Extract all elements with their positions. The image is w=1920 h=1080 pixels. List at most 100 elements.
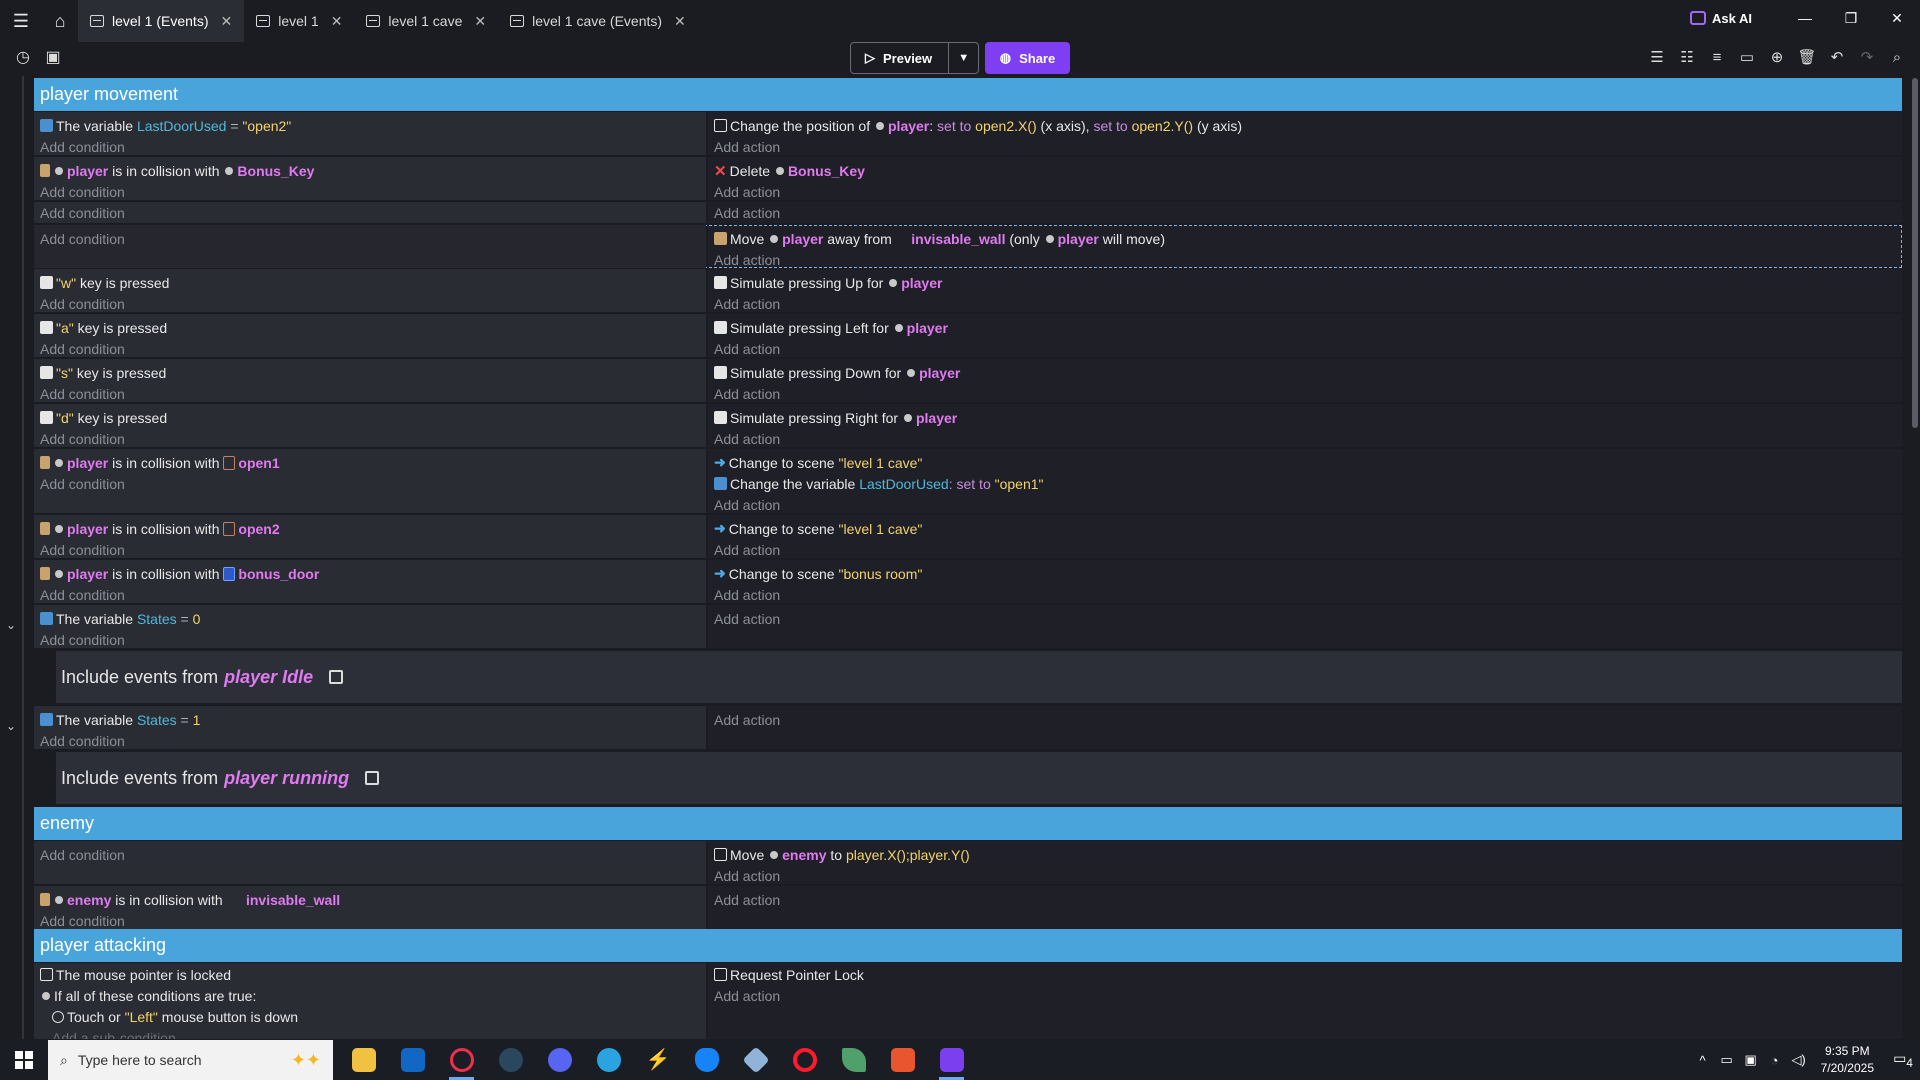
media-app-icon[interactable] [878,1040,927,1080]
notification-icon[interactable]: ▭4 [1886,1050,1920,1070]
opera-icon[interactable] [780,1040,829,1080]
tab-level1-cave-events[interactable]: level 1 cave (Events) ✕ [498,0,698,42]
add-group-icon[interactable]: ≡ [1702,49,1732,66]
undo-icon[interactable]: ↶ [1822,48,1852,66]
conditions[interactable]: player is in collision with open1 Add co… [34,449,706,513]
actions[interactable]: Add action [708,605,1902,648]
action-simulate[interactable]: Simulate pressing Up for player [714,272,1902,293]
chevron-up-icon[interactable]: ^ [1691,1053,1715,1068]
conditions[interactable]: "w" key is pressed Add condition [34,269,706,312]
close-icon[interactable]: ✕ [674,13,686,30]
add-condition[interactable]: Add condition [40,383,706,404]
event-row-selected[interactable]: Add condition Move player away from invi… [34,225,1902,268]
condition-collision[interactable]: player is in collision with Bonus_Key [40,160,706,181]
restore-button[interactable]: ❐ [1828,10,1874,27]
gdevelop-icon[interactable] [927,1040,976,1080]
add-condition[interactable]: Add condition [40,428,706,449]
add-action[interactable]: Add action [714,865,1902,886]
condition-variable[interactable]: The variable States = 0 [40,608,706,629]
conditions[interactable]: The variable LastDoorUsed = "open2" Add … [34,112,706,155]
event-row[interactable]: player is in collision with open1 Add co… [34,449,1902,513]
action-move-toward[interactable]: Move enemy to player.X();player.Y() [714,844,1902,865]
include-event[interactable]: Include events from player running [56,752,1902,804]
battery-icon[interactable]: ▭ [1715,1052,1739,1068]
event-row[interactable]: The variable LastDoorUsed = "open2" Add … [34,112,1902,155]
event-row[interactable]: The mouse pointer is locked If all of th… [34,963,1902,1039]
event-row[interactable]: Add condition Add action [34,202,1902,223]
add-action[interactable]: Add action [714,181,1902,202]
add-condition[interactable]: Add condition [40,181,706,202]
add-action[interactable]: Add action [714,202,1902,223]
add-condition[interactable]: Add condition [40,136,706,157]
conditions[interactable]: The variable States = 0 Add condition [34,605,706,648]
action-delete[interactable]: ✕ Delete Bonus_Key [714,160,1902,181]
minimize-button[interactable]: — [1782,10,1828,26]
taskbar-search[interactable]: ⌕ Type here to search ✦✦ [48,1040,333,1080]
add-action[interactable]: Add action [714,608,1902,629]
actions[interactable]: Add action [708,886,1902,929]
preview-options-dropdown[interactable]: ▼ [949,42,980,74]
wifi-icon[interactable]: ◔ [1763,1053,1787,1068]
event-row[interactable]: "w" key is pressed Add condition Simulat… [34,269,1902,312]
volume-icon[interactable]: ◁) [1787,1052,1811,1068]
event-row[interactable]: enemy is in collision with invisable_wal… [34,886,1902,929]
actions[interactable]: Simulate pressing Left for player Add ac… [708,314,1902,357]
actions[interactable]: Move player away from invisable_wall (on… [708,225,1902,268]
add-action[interactable]: Add action [714,889,1902,910]
menu-icon[interactable]: ☰ [0,0,42,42]
add-sub-condition[interactable]: Add a sub-condition [40,1027,706,1040]
actions[interactable]: ➜ Change to scene "bonus room" Add actio… [708,560,1902,603]
condition-key[interactable]: "s" key is pressed [40,362,706,383]
action-separate[interactable]: Move player away from invisable_wall (on… [714,228,1902,249]
event-row[interactable]: player is in collision with open2 Add co… [34,515,1902,558]
event-row[interactable]: "a" key is pressed Add condition Simulat… [34,314,1902,357]
add-condition[interactable]: Add condition [40,584,706,605]
actions[interactable]: Add action [708,202,1902,223]
event-row[interactable]: The variable States = 1 Add condition Ad… [34,706,1902,749]
condition-collision[interactable]: player is in collision with bonus_door [40,563,706,584]
add-condition[interactable]: Add condition [40,629,706,650]
actions[interactable]: Move enemy to player.X();player.Y() Add … [708,841,1902,884]
home-icon[interactable]: ⌂ [42,0,78,42]
collapse-chevron-icon[interactable]: ⌄ [6,618,16,632]
condition-variable[interactable]: The variable States = 1 [40,709,706,730]
close-icon[interactable]: ✕ [220,13,232,30]
outlook-icon[interactable] [388,1040,437,1080]
action-change-scene[interactable]: ➜ Change to scene "level 1 cave" [714,452,1902,473]
conditions[interactable]: enemy is in collision with invisable_wal… [34,886,706,929]
conditions[interactable]: "d" key is pressed Add condition [34,404,706,447]
conditions[interactable]: "s" key is pressed Add condition [34,359,706,402]
tab-level1-events[interactable]: level 1 (Events) ✕ [78,0,245,42]
condition-collision[interactable]: player is in collision with open1 [40,452,706,473]
collapse-chevron-icon[interactable]: ⌄ [6,719,16,733]
share-button[interactable]: ◍ Share [985,42,1070,74]
opera-gx-icon[interactable] [437,1040,486,1080]
add-action[interactable]: Add action [714,709,1902,730]
add-action[interactable]: Add action [714,539,1902,560]
conditions[interactable]: player is in collision with Bonus_Key Ad… [34,157,706,200]
condition-key[interactable]: "w" key is pressed [40,272,706,293]
actions[interactable]: Add action [708,706,1902,749]
action-request-pointer-lock[interactable]: Request Pointer Lock [714,964,1902,985]
device-icon[interactable]: ▣ [1739,1052,1763,1068]
condition-collision[interactable]: player is in collision with open2 [40,518,706,539]
scrollbar-thumb[interactable] [1912,78,1918,428]
redo-icon[interactable]: ↷ [1852,48,1882,66]
external-events-name[interactable]: player Idle [224,667,313,688]
close-icon[interactable]: ✕ [331,13,343,30]
add-condition[interactable]: Add condition [40,844,706,865]
condition-mouse-down[interactable]: Touch or "Left" mouse button is down [40,1006,706,1027]
conditions[interactable]: Add condition [34,841,706,884]
steam-icon[interactable] [486,1040,535,1080]
actions[interactable]: Request Pointer Lock Add action [708,963,1902,1039]
close-window-button[interactable]: ✕ [1874,10,1920,27]
conditions[interactable]: The variable States = 1 Add condition [34,706,706,749]
tab-level1[interactable]: level 1 ✕ [244,0,354,42]
network-app-icon[interactable] [731,1040,780,1080]
start-button[interactable] [0,1040,48,1080]
condition-key[interactable]: "a" key is pressed [40,317,706,338]
action-change-variable[interactable]: Change the variable LastDoorUsed : set t… [714,473,1902,494]
condition-key[interactable]: "d" key is pressed [40,407,706,428]
actions[interactable]: ➜ Change to scene "level 1 cave" Add act… [708,515,1902,558]
add-action[interactable]: Add action [714,428,1902,449]
